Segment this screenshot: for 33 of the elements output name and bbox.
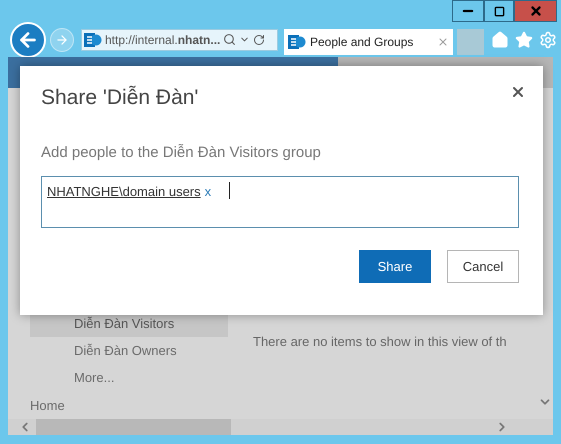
sidebar-item[interactable]: More... <box>30 364 228 392</box>
sharepoint-logo-icon <box>84 30 102 48</box>
minimize-button[interactable] <box>452 0 484 22</box>
maximize-button[interactable] <box>484 0 514 22</box>
address-bar[interactable]: http://internal.nhatn... <box>81 28 278 50</box>
close-tab-icon[interactable] <box>437 36 449 48</box>
remove-person-link[interactable]: x <box>204 182 212 202</box>
cancel-button[interactable]: Cancel <box>447 250 519 283</box>
dialog-title: Share 'Diễn Đàn' <box>41 84 198 111</box>
home-icon[interactable] <box>491 30 509 48</box>
empty-message: There are no items to show in this view of th <box>253 333 508 351</box>
close-button[interactable] <box>514 0 557 22</box>
address-text: http://internal.nhatn... <box>105 32 220 48</box>
sidebar-item[interactable]: Diễn Đàn Owners <box>30 337 228 364</box>
browser-tab[interactable]: People and Groups <box>284 28 453 54</box>
dialog-prompt: Add people to the Diễn Đàn Visitors group <box>41 142 322 162</box>
sidebar-item[interactable]: Home <box>8 392 228 419</box>
favorites-icon[interactable] <box>515 30 533 48</box>
back-button[interactable] <box>10 22 46 58</box>
settings-icon[interactable] <box>539 30 557 48</box>
close-icon[interactable] <box>510 84 526 100</box>
search-icon[interactable] <box>223 33 236 46</box>
refresh-icon[interactable] <box>253 34 266 46</box>
forward-button[interactable] <box>50 28 74 52</box>
share-button[interactable]: Share <box>359 250 431 283</box>
text-cursor <box>229 182 230 199</box>
people-picker-field[interactable]: NHATNGHE\domain users x <box>41 176 519 228</box>
close-icon <box>528 4 542 18</box>
scrollbar-thumb[interactable] <box>36 419 231 435</box>
horizontal-scrollbar[interactable] <box>8 419 553 435</box>
maximize-icon <box>494 6 504 16</box>
person-token[interactable]: NHATNGHE\domain users <box>47 182 201 202</box>
sharepoint-logo-icon <box>288 32 306 50</box>
